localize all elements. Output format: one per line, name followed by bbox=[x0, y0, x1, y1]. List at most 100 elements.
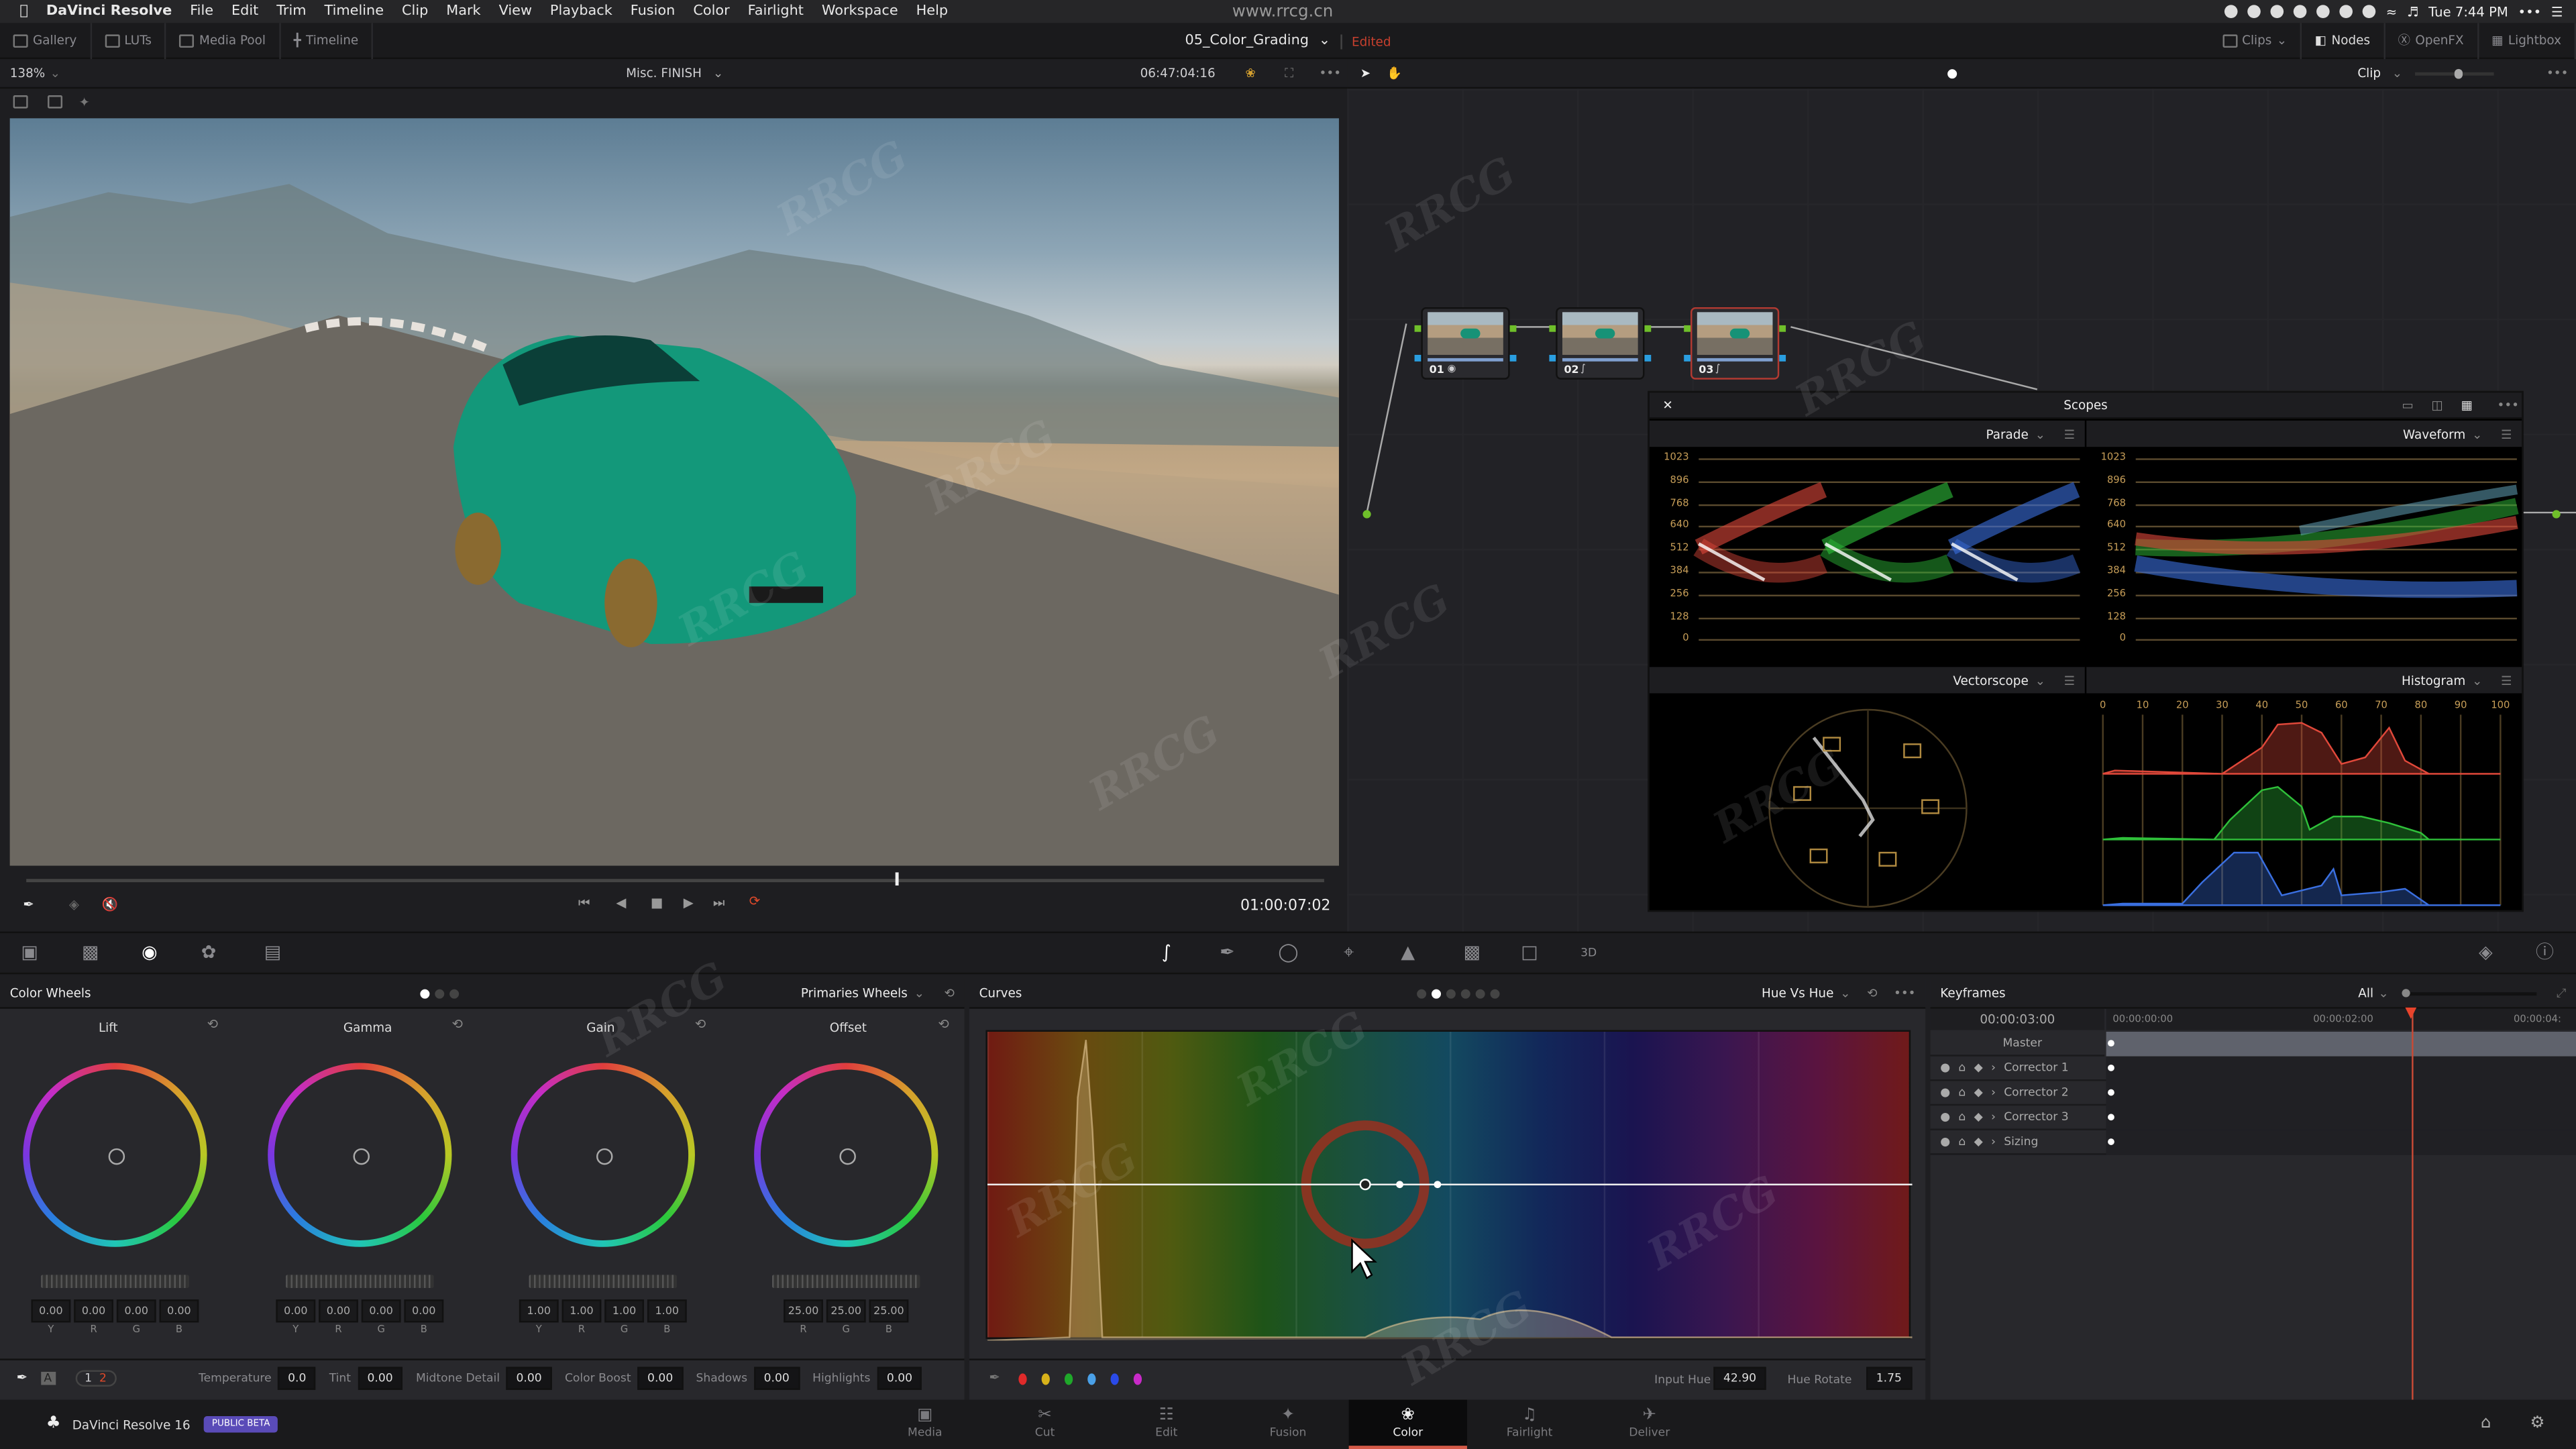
expand-chevron-icon[interactable]: › bbox=[1991, 1086, 1996, 1099]
picker-icon[interactable]: ✒ bbox=[16, 1370, 27, 1385]
page-switch[interactable]: 1 2 bbox=[74, 1369, 117, 1386]
keyframe-playhead[interactable] bbox=[2412, 1008, 2414, 1400]
wheel-value-b[interactable]: 0.00 bbox=[404, 1299, 444, 1323]
apple-icon[interactable]:  bbox=[19, 3, 28, 19]
curve-mode-dropdown[interactable]: Hue Vs Hue bbox=[1762, 985, 1833, 1000]
enable-dot-icon[interactable]: ● bbox=[1940, 1111, 1950, 1124]
wheel-value-g[interactable]: 0.00 bbox=[116, 1299, 156, 1323]
skip-forward-icon[interactable]: ⏭ bbox=[713, 896, 725, 912]
menu-workspace[interactable]: Workspace bbox=[822, 3, 898, 19]
page-tab-fairlight[interactable]: ♫ Fairlight bbox=[1470, 1400, 1589, 1449]
scope-settings-icon[interactable]: ☰ bbox=[2064, 427, 2075, 441]
scrubber-bar[interactable] bbox=[26, 879, 1324, 883]
param-field-shadows[interactable]: 0.00 bbox=[753, 1366, 800, 1389]
mute-icon[interactable]: 🔇 bbox=[102, 897, 118, 912]
alpha-output-pin[interactable] bbox=[1644, 354, 1652, 362]
reset-icon[interactable]: ⟲ bbox=[938, 1017, 949, 1032]
lock-icon[interactable]: ⌂ bbox=[1958, 1061, 1966, 1075]
keyframe-track-corrector-2[interactable]: ● ⌂ ◆ › Corrector 2 bbox=[1930, 1081, 2576, 1106]
wheel-value-y[interactable]: 1.00 bbox=[519, 1299, 559, 1323]
wifi-icon[interactable]: ≈ bbox=[2386, 4, 2397, 19]
page-2-button[interactable]: 2 bbox=[99, 1371, 107, 1385]
keyframe-dot[interactable] bbox=[2108, 1089, 2114, 1096]
page-1-button[interactable]: 1 bbox=[85, 1371, 92, 1385]
layers-icon[interactable]: ◈ bbox=[69, 897, 79, 912]
keyframe-dot[interactable] bbox=[2108, 1138, 2114, 1145]
vectorscope-dropdown[interactable]: Vectorscope bbox=[1953, 673, 2028, 688]
node-mode-dropdown[interactable]: Clip bbox=[2357, 66, 2381, 80]
wheel-value-r[interactable]: 25.00 bbox=[784, 1299, 823, 1323]
clock[interactable]: Tue 7:44 PM bbox=[2428, 4, 2508, 19]
wheel-value-y[interactable]: 0.00 bbox=[31, 1299, 71, 1323]
parade-dropdown[interactable]: Parade bbox=[1986, 427, 2028, 441]
quad-layout-icon[interactable]: ▦ bbox=[2461, 398, 2473, 413]
input-hue-field[interactable]: 42.90 bbox=[1713, 1366, 1766, 1390]
node-01[interactable]: 01 ◉ bbox=[1414, 307, 1517, 380]
dual-layout-icon[interactable]: ◫ bbox=[2432, 398, 2443, 413]
wheel-value-g[interactable]: 0.00 bbox=[361, 1299, 401, 1323]
wheel-value-b[interactable]: 25.00 bbox=[869, 1299, 909, 1323]
rgb-output-pin[interactable] bbox=[1644, 325, 1652, 332]
keyframe-track-sizing[interactable]: ● ⌂ ◆ › Sizing bbox=[1930, 1130, 2576, 1155]
color-picker-icon[interactable]: ❀ bbox=[1245, 66, 1255, 80]
skip-back-icon[interactable]: ⏮ bbox=[578, 896, 590, 912]
keyframe-track-master[interactable]: Master bbox=[1930, 1031, 2576, 1057]
menu-help[interactable]: Help bbox=[916, 3, 948, 19]
color-wheels-icon[interactable]: ◉ bbox=[140, 943, 159, 963]
master-wheel-slider[interactable] bbox=[772, 1275, 920, 1289]
keyframe-lane[interactable] bbox=[2106, 1056, 2576, 1081]
hue-swatch[interactable] bbox=[1110, 1373, 1119, 1385]
keyframe-track-corrector-3[interactable]: ● ⌂ ◆ › Corrector 3 bbox=[1930, 1106, 2576, 1130]
page-tab-color[interactable]: ❀ Color bbox=[1348, 1399, 1467, 1449]
keyframe-dot[interactable] bbox=[2108, 1040, 2114, 1047]
menu-fusion[interactable]: Fusion bbox=[631, 3, 676, 19]
highlight-icon[interactable]: ✦ bbox=[79, 95, 90, 109]
source-timecode[interactable]: 06:47:04:16 bbox=[1140, 66, 1216, 80]
menu-color[interactable]: Color bbox=[693, 3, 729, 19]
page-dot-active[interactable]: ● bbox=[1947, 66, 1957, 80]
wheel-value-r[interactable]: 1.00 bbox=[561, 1299, 602, 1323]
motion-effects-icon[interactable]: ▤ bbox=[263, 943, 282, 963]
rgb-output-pin[interactable] bbox=[1779, 325, 1786, 332]
master-wheel-slider[interactable] bbox=[286, 1275, 434, 1289]
tray-icon[interactable] bbox=[2271, 5, 2284, 18]
menu-view[interactable]: View bbox=[499, 3, 532, 19]
page-dots[interactable]: ● ● ● ● ● ● bbox=[1416, 985, 1500, 1000]
rgb-input-pin[interactable] bbox=[1414, 325, 1421, 332]
color-wheel-offset[interactable] bbox=[754, 1063, 938, 1247]
curve-control-point[interactable] bbox=[1359, 1179, 1371, 1191]
hue-vs-hue-curve-editor[interactable] bbox=[985, 1030, 1913, 1341]
wheel-value-r[interactable]: 0.00 bbox=[74, 1299, 113, 1323]
rgb-input-pin[interactable] bbox=[1684, 325, 1691, 332]
keyframe-lane[interactable] bbox=[2106, 1106, 2576, 1130]
alpha-input-pin[interactable] bbox=[1684, 354, 1691, 362]
expand-chevron-icon[interactable]: › bbox=[1991, 1061, 1996, 1075]
reset-icon[interactable]: ⟲ bbox=[695, 1017, 706, 1032]
tray-icon[interactable] bbox=[2224, 5, 2239, 18]
master-wheel-slider[interactable] bbox=[41, 1275, 189, 1289]
expand-chevron-icon[interactable]: › bbox=[1991, 1111, 1996, 1124]
page-tab-cut[interactable]: ✂ Cut bbox=[985, 1400, 1104, 1449]
single-layout-icon[interactable]: ▭ bbox=[2402, 398, 2413, 413]
tracker-icon[interactable]: ⌖ bbox=[1339, 943, 1358, 963]
rgb-mixer-icon[interactable]: ✿ bbox=[199, 943, 218, 963]
hue-rotate-field[interactable]: 1.75 bbox=[1866, 1366, 1912, 1390]
enable-dot-icon[interactable]: ● bbox=[1940, 1061, 1950, 1075]
node-zoom-slider[interactable] bbox=[2415, 68, 2494, 79]
qualifier-icon[interactable]: ✒ bbox=[1218, 943, 1237, 963]
alpha-output-pin[interactable] bbox=[1779, 354, 1786, 362]
menu-trim[interactable]: Trim bbox=[276, 3, 306, 19]
color-wheel-gain[interactable] bbox=[511, 1063, 695, 1247]
keyframe-lane[interactable] bbox=[2106, 1081, 2576, 1106]
keyframe-diamond-icon[interactable]: ◆ bbox=[1974, 1111, 1983, 1124]
scope-settings-icon[interactable]: ☰ bbox=[2501, 427, 2512, 441]
curves-tool-icon[interactable]: ∫ bbox=[1157, 943, 1176, 963]
menu-clip[interactable]: Clip bbox=[402, 3, 428, 19]
wheel-value-g[interactable]: 1.00 bbox=[604, 1299, 645, 1323]
page-a-button[interactable]: A bbox=[40, 1371, 56, 1385]
tray-icon[interactable] bbox=[2340, 5, 2353, 18]
stop-icon[interactable]: ■ bbox=[651, 896, 663, 910]
reset-icon[interactable]: ⟲ bbox=[207, 1017, 218, 1032]
scope-settings-icon[interactable]: ☰ bbox=[2064, 673, 2075, 688]
clip-name-dropdown[interactable]: Misc. FINISH bbox=[626, 66, 702, 80]
